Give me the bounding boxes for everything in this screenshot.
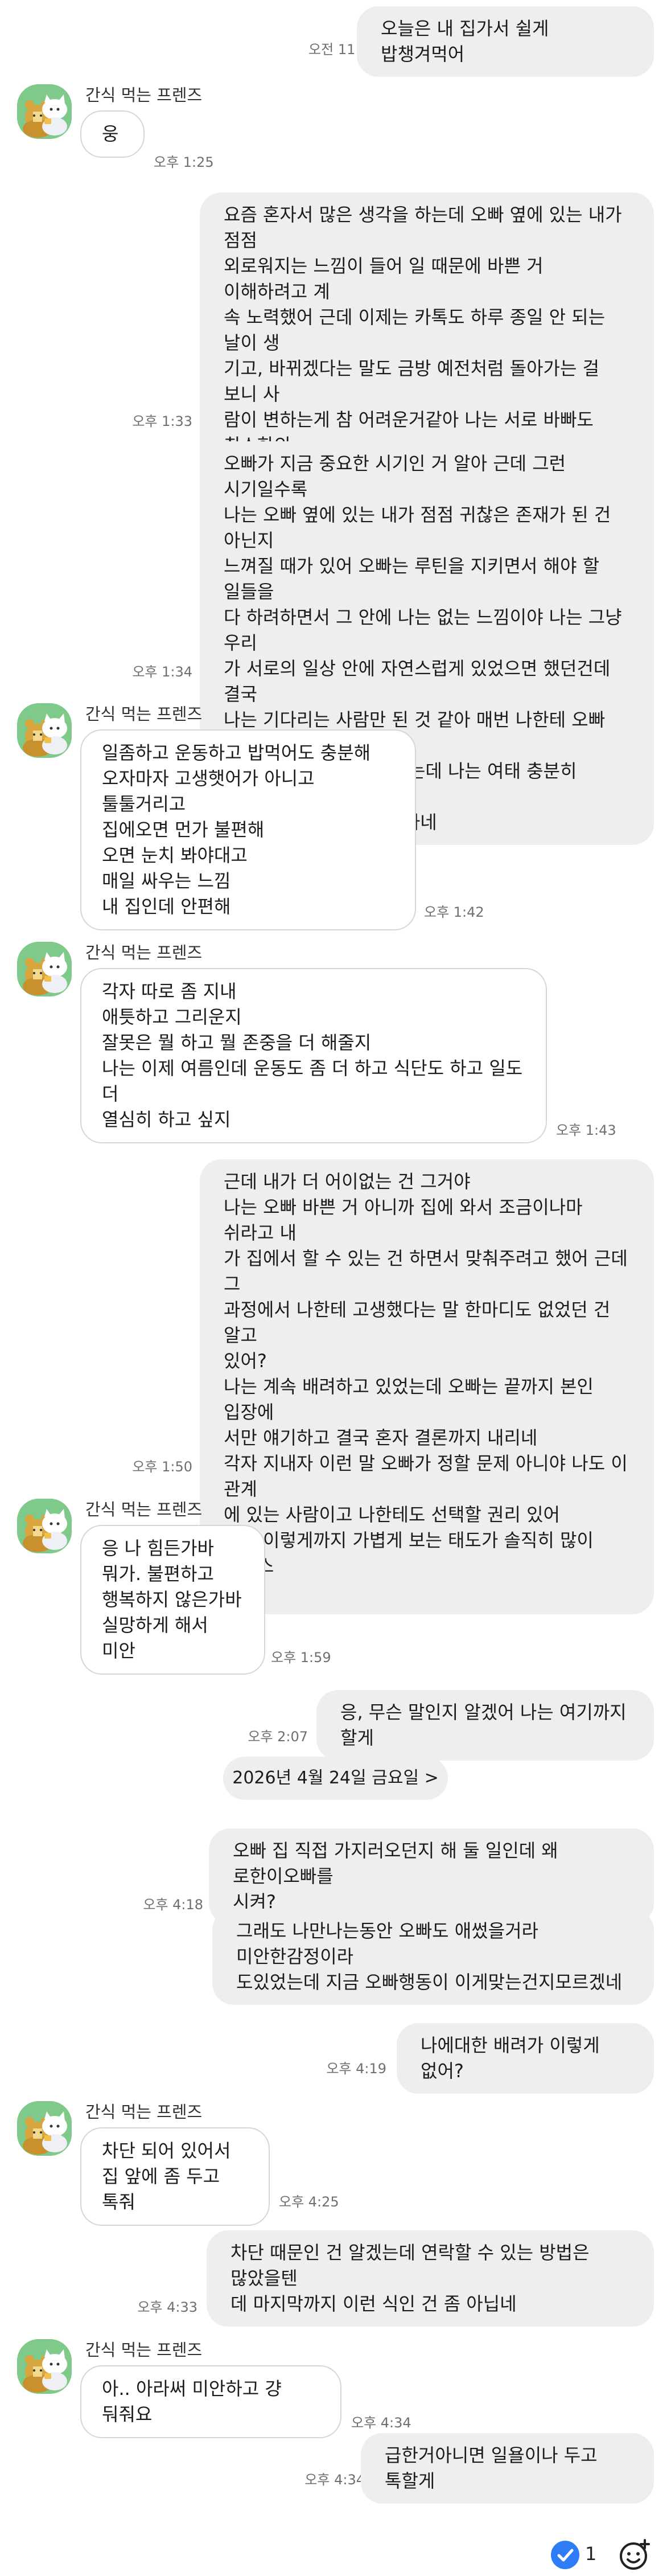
message-time: 오후 1:59 bbox=[271, 1650, 331, 1666]
message-time: 오후 4:19 bbox=[326, 2061, 386, 2077]
sent-message-bubble[interactable]: 응, 무슨 말인지 알겠어 나는 여기까지 할게 bbox=[316, 1690, 654, 1761]
avatar[interactable] bbox=[17, 1499, 72, 1553]
bear-cat-avatar-icon bbox=[17, 2339, 72, 2394]
sender-name: 간식 먹는 프렌즈 bbox=[85, 2102, 203, 2122]
message-time: 오후 4:34 bbox=[351, 2415, 411, 2431]
message-time: 오후 1:33 bbox=[132, 413, 192, 429]
check-circle-icon[interactable] bbox=[551, 2541, 579, 2569]
received-message-bubble[interactable]: 각자 따로 좀 지내 애틋하고 그리운지 잘못은 뭘 하고 뭘 존중을 더 해줄… bbox=[80, 968, 547, 1143]
message-time: 오후 1:25 bbox=[154, 154, 214, 170]
bear-cat-avatar-icon bbox=[17, 703, 72, 758]
received-message-bubble[interactable]: 응 나 힘든가바 뭐가. 불편하고 행복하지 않은가바 실망하게 해서 미안 bbox=[80, 1525, 265, 1675]
message-time: 오후 1:42 bbox=[424, 904, 484, 920]
message-time: 오후 4:25 bbox=[279, 2194, 339, 2210]
message-time: 오후 4:33 bbox=[137, 2299, 197, 2315]
message-time: 오후 1:50 bbox=[132, 1459, 192, 1475]
message-time: 오후 1:34 bbox=[132, 664, 192, 680]
received-message-bubble[interactable]: 일좀하고 운동하고 밥먹어도 충분해 오자마자 고생햇어가 아니고 툴툴거리고 … bbox=[80, 729, 416, 930]
sender-name: 간식 먹는 프렌즈 bbox=[85, 1500, 203, 1519]
received-message-bubble[interactable]: 차단 되어 있어서 집 앞에 좀 두고 톡줘 bbox=[80, 2127, 270, 2226]
sent-message-bubble[interactable]: 오늘은 내 집가서 쉴게 밥챙겨먹어 bbox=[357, 6, 654, 77]
received-message-bubble[interactable]: 아.. 아라써 미안하고 걍 둬줘요 bbox=[80, 2365, 341, 2438]
sender-name: 간식 먹는 프렌즈 bbox=[85, 2340, 203, 2360]
sent-message-bubble[interactable]: 나에대한 배려가 이렇게 없어? bbox=[397, 2023, 654, 2094]
message-time: 오후 4:18 bbox=[143, 1897, 203, 1913]
avatar[interactable] bbox=[17, 84, 72, 139]
sent-message-bubble[interactable]: 차단 때문인 건 알겠는데 연락할 수 있는 방법은 많았을텐 데 마지막까지 … bbox=[207, 2230, 654, 2327]
sent-message-bubble[interactable]: 근데 내가 더 어이없는 건 그거야 나는 오빠 바쁜 거 아니까 집에 와서 … bbox=[200, 1159, 654, 1614]
message-time: 오후 2:07 bbox=[248, 1729, 308, 1745]
avatar[interactable] bbox=[17, 2101, 72, 2156]
sender-name: 간식 먹는 프렌즈 bbox=[85, 85, 203, 105]
message-time: 오후 1:43 bbox=[556, 1122, 616, 1138]
avatar[interactable] bbox=[17, 942, 72, 996]
received-message-bubble[interactable]: 웅 bbox=[80, 110, 145, 158]
bear-cat-avatar-icon bbox=[17, 942, 72, 996]
sent-message-bubble[interactable]: 급한거아니면 일욜이나 두고 톡할게 bbox=[361, 2433, 654, 2504]
read-count: 1 bbox=[585, 2543, 597, 2565]
bear-cat-avatar-icon bbox=[17, 84, 72, 139]
sender-name: 간식 먹는 프렌즈 bbox=[85, 943, 203, 962]
avatar[interactable] bbox=[17, 703, 72, 758]
avatar[interactable] bbox=[17, 2339, 72, 2394]
sender-name: 간식 먹는 프렌즈 bbox=[85, 704, 203, 724]
add-reaction-icon[interactable] bbox=[616, 2537, 653, 2573]
date-divider[interactable]: 2026년 4월 24일 금요일 > bbox=[223, 1757, 448, 1800]
sent-message-bubble[interactable]: 그래도 나만나는동안 오빠도 애썼을거라 미안한감정이라 도있었는데 지금 오빠… bbox=[212, 1909, 654, 2005]
bear-cat-avatar-icon bbox=[17, 2101, 72, 2156]
bear-cat-avatar-icon bbox=[17, 1499, 72, 1553]
message-time: 오후 4:34 bbox=[304, 2472, 365, 2488]
